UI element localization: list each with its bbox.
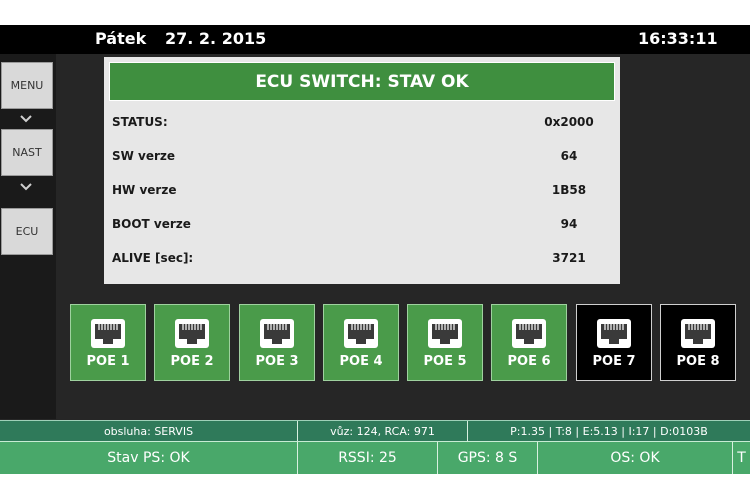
ethernet-port-icon [259, 318, 295, 349]
poe-port-4[interactable]: POE 4 [323, 304, 399, 381]
sidebar-item-ecu[interactable]: ECU [1, 208, 53, 255]
operator-status: obsluha: SERVIS [0, 421, 298, 441]
row-label: HW verze [112, 183, 177, 197]
day-label: Pátek [95, 29, 147, 48]
sidebar-item-label: NAST [12, 146, 42, 159]
port-label: POE 8 [676, 354, 720, 369]
row-label: SW verze [112, 149, 176, 163]
status-bar-top: obsluha: SERVIS vůz: 124, RCA: 971 P:1.3… [0, 420, 750, 441]
date-label: 27. 2. 2015 [165, 29, 267, 48]
port-label: POE 2 [170, 354, 214, 369]
info-row-hw-version: HW verze 1B58 [104, 173, 620, 205]
row-label: BOOT verze [112, 217, 191, 231]
poe-port-2[interactable]: POE 2 [154, 304, 230, 381]
ecu-info-panel: ECU SWITCH: STAV OK STATUS: 0x2000 SW ve… [104, 57, 620, 284]
poe-port-1[interactable]: POE 1 [70, 304, 146, 381]
sidebar-item-label: ECU [15, 225, 39, 238]
ecu-screen: Pátek 27. 2. 2015 16:33:11 MENU NAST ECU… [0, 25, 750, 474]
info-row-status: STATUS: 0x2000 [104, 105, 620, 137]
row-value: 1B58 [551, 183, 587, 197]
ethernet-port-icon [427, 318, 463, 349]
port-label: POE 4 [339, 354, 383, 369]
info-row-alive: ALIVE [sec]: 3721 [104, 241, 620, 273]
rssi-status: RSSI: 25 [298, 442, 438, 474]
ethernet-port-icon [343, 318, 379, 349]
ps-status: Stav PS: OK [0, 442, 298, 474]
row-label: ALIVE [sec]: [112, 251, 194, 265]
ethernet-port-icon [90, 318, 126, 349]
port-label: POE 7 [592, 354, 636, 369]
row-value: 0x2000 [544, 115, 594, 129]
row-value: 3721 [552, 251, 586, 265]
port-label: POE 1 [86, 354, 130, 369]
chevron-down-icon [18, 112, 34, 126]
panel-title: ECU SWITCH: STAV OK [109, 62, 615, 101]
sidebar-item-label: MENU [10, 79, 44, 92]
poe-port-6[interactable]: POE 6 [491, 304, 567, 381]
row-value: 64 [560, 149, 578, 163]
gps-status: GPS: 8 S [438, 442, 538, 474]
sidebar: MENU NAST ECU [0, 54, 56, 419]
extra-status: T [737, 450, 746, 466]
ethernet-port-icon [680, 318, 716, 349]
ethernet-port-icon [511, 318, 547, 349]
info-row-boot-version: BOOT verze 94 [104, 207, 620, 239]
status-bar-bottom: Stav PS: OK RSSI: 25 GPS: 8 S OS: OK T [0, 441, 750, 474]
port-label: POE 5 [423, 354, 467, 369]
top-bar: Pátek 27. 2. 2015 16:33:11 [0, 25, 750, 54]
port-label: POE 3 [255, 354, 299, 369]
chevron-down-icon [18, 180, 34, 194]
ethernet-port-icon [596, 318, 632, 349]
diagnostics-status: P:1.35 | T:8 | E:5.13 | I:17 | D:0103B [510, 424, 708, 438]
poe-port-3[interactable]: POE 3 [239, 304, 315, 381]
poe-port-5[interactable]: POE 5 [407, 304, 483, 381]
sidebar-item-nast[interactable]: NAST [1, 129, 53, 176]
row-label: STATUS: [112, 115, 168, 129]
ethernet-port-icon [174, 318, 210, 349]
poe-port-8[interactable]: POE 8 [660, 304, 736, 381]
poe-port-7[interactable]: POE 7 [576, 304, 652, 381]
info-row-sw-version: SW verze 64 [104, 139, 620, 171]
port-label: POE 6 [507, 354, 551, 369]
sidebar-item-menu[interactable]: MENU [1, 62, 53, 109]
poe-ports: POE 1 POE 2 POE 3 POE 4 POE 5 POE 6 POE … [70, 304, 740, 382]
clock: 16:33:11 [638, 29, 718, 48]
vehicle-status: vůz: 124, RCA: 971 [298, 421, 468, 441]
row-value: 94 [560, 217, 578, 231]
os-status: OS: OK [538, 442, 733, 474]
